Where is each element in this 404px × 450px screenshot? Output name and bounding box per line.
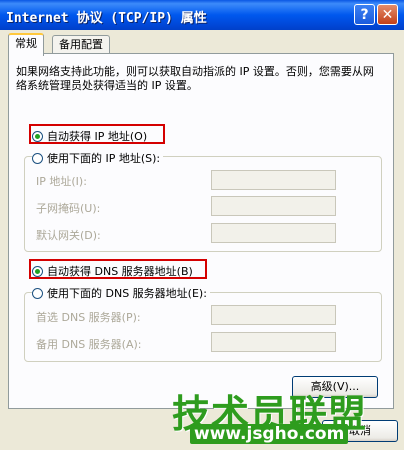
ip-manual-radio[interactable]: 使用下面的 IP 地址(S): [32, 150, 164, 166]
help-button[interactable]: ? [354, 4, 375, 25]
subnet-mask-label: 子网掩码(U): [36, 202, 101, 215]
ip-manual-label: 使用下面的 IP 地址(S): [47, 152, 161, 165]
subnet-mask-field [211, 196, 336, 216]
radio-checked-icon [32, 130, 43, 142]
default-gateway-label: 默认网关(D): [36, 229, 101, 242]
ip-auto-radio[interactable]: 自动获得 IP 地址(O) [32, 128, 147, 144]
preferred-dns-label: 首选 DNS 服务器(P): [36, 311, 141, 324]
alternate-dns-label: 备用 DNS 服务器(A): [36, 338, 142, 351]
close-button[interactable]: ✕ [377, 4, 398, 25]
ip-address-label: IP 地址(I): [36, 175, 87, 188]
close-icon: ✕ [381, 7, 394, 23]
dns-auto-label: 自动获得 DNS 服务器地址(B) [47, 265, 193, 278]
radio-unchecked-icon [32, 287, 43, 299]
alternate-dns-field [211, 332, 336, 352]
tab-alternate-config[interactable]: 备用配置 [52, 35, 110, 54]
dns-manual-radio[interactable]: 使用下面的 DNS 服务器地址(E): [32, 285, 210, 301]
radio-checked-icon [32, 265, 43, 277]
default-gateway-field [211, 223, 336, 243]
preferred-dns-field [211, 305, 336, 325]
window-title: Internet 协议 (TCP/IP) 属性 [6, 11, 207, 26]
ip-address-field [211, 170, 336, 190]
title-bar[interactable]: Internet 协议 (TCP/IP) 属性 ? ✕ [0, 0, 404, 30]
dns-auto-radio[interactable]: 自动获得 DNS 服务器地址(B) [32, 263, 193, 279]
ip-auto-label: 自动获得 IP 地址(O) [47, 130, 148, 143]
help-icon: ? [360, 7, 369, 23]
watermark-url: www.jsgho.com [190, 424, 349, 444]
description-text: 如果网络支持此功能，则可以获取自动指派的 IP 设置。否则，您需要从网络系统管理… [16, 65, 374, 92]
dns-manual-label: 使用下面的 DNS 服务器地址(E): [47, 287, 207, 300]
tcpip-properties-dialog: Internet 协议 (TCP/IP) 属性 ? ✕ 常规 备用配置 如果网络… [0, 0, 404, 450]
radio-unchecked-icon [32, 152, 43, 164]
tab-general[interactable]: 常规 [8, 33, 44, 56]
